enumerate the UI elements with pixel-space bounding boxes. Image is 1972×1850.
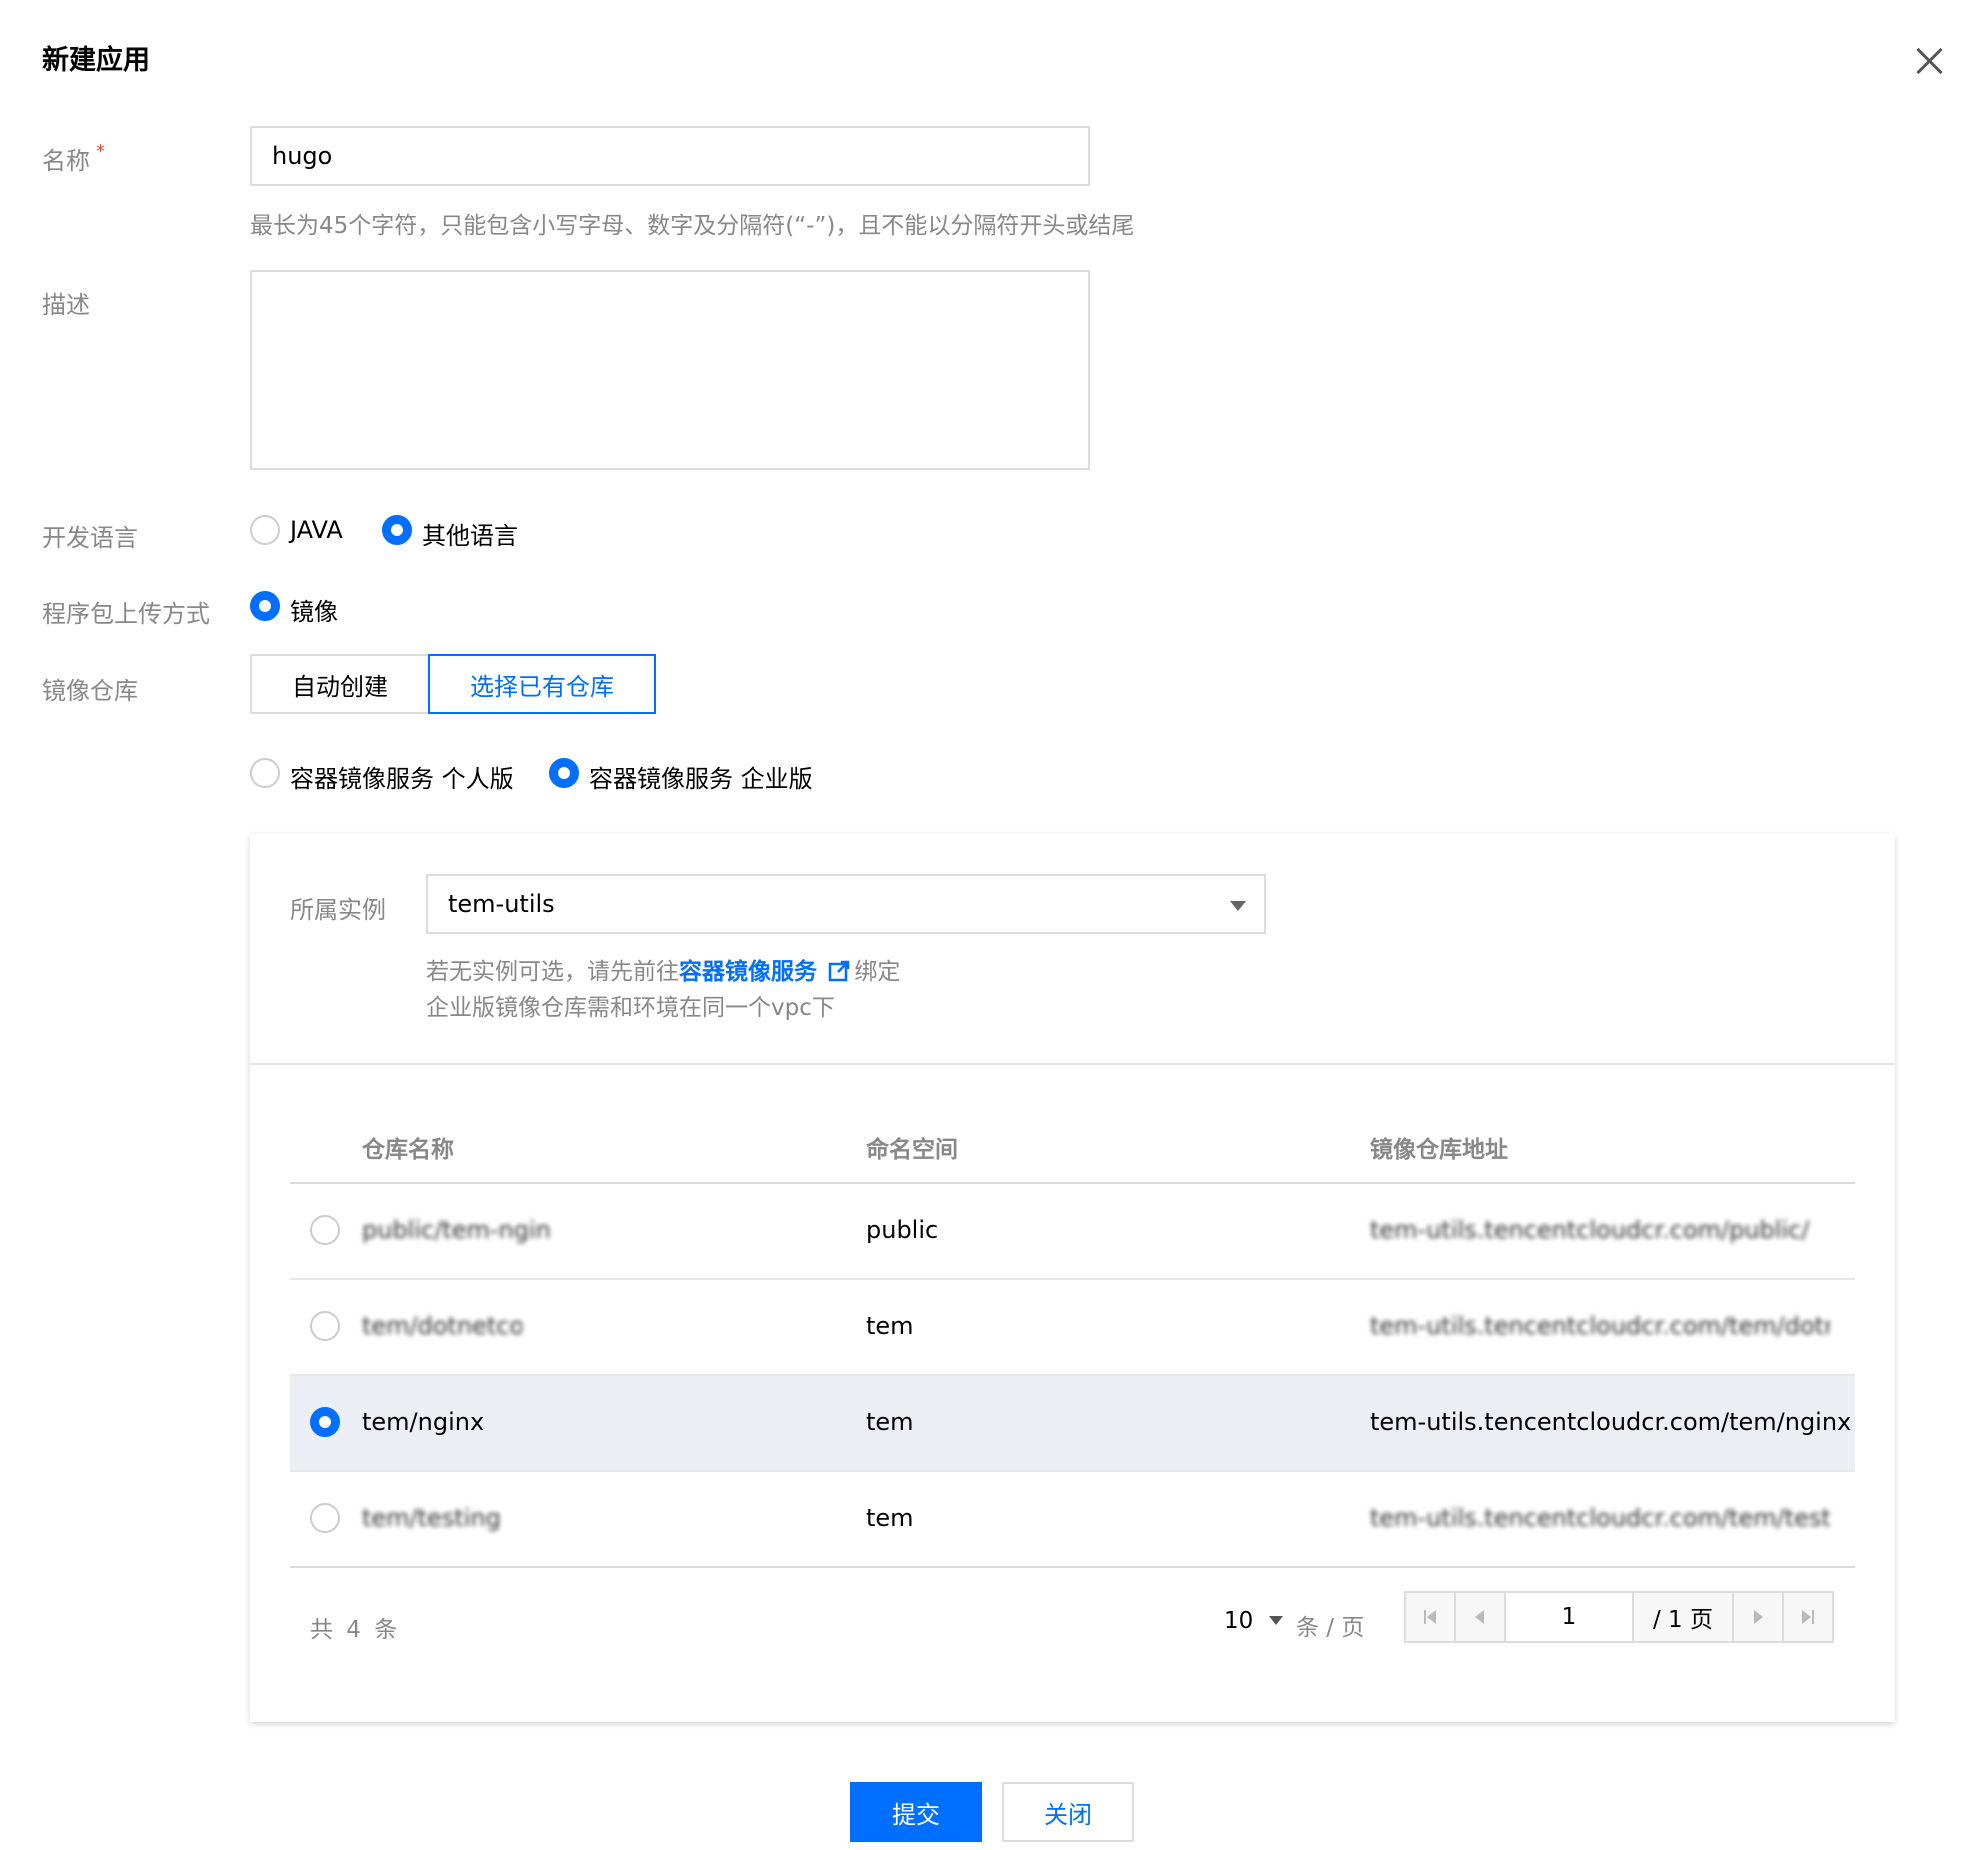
page-size-value: 10 (1224, 1608, 1254, 1634)
name-input[interactable]: hugo (250, 126, 1090, 186)
col-header-address: 镜像仓库地址 (1370, 1137, 1508, 1163)
radio-other-lang-label[interactable]: 其他语言 (422, 516, 518, 551)
col-header-namespace: 命名空间 (866, 1137, 958, 1163)
table-row[interactable]: public/tem-nginx public tem-utils.tencen… (290, 1184, 1855, 1278)
chevron-down-icon (1268, 1616, 1283, 1625)
first-page-icon (1424, 1610, 1436, 1624)
row-radio[interactable] (310, 1407, 340, 1437)
chevron-down-icon (1230, 901, 1246, 911)
address-cell: tem-utils.tencentcloudcr.com/tem/nginx (1370, 1408, 1852, 1436)
page-number-input[interactable]: 1 (1504, 1591, 1634, 1643)
registry-service-link[interactable]: 容器镜像服务 (679, 959, 817, 985)
col-header-name: 仓库名称 (362, 1137, 454, 1163)
table-row[interactable]: tem/testing tem tem-utils.tencentcloudcr… (290, 1472, 1855, 1566)
total-count: 共 4 条 (310, 1617, 398, 1643)
total-pages: / 1 页 (1632, 1591, 1734, 1643)
radio-image[interactable] (250, 591, 280, 621)
table-row[interactable]: tem/dotnetcore tem tem-utils.tencentclou… (290, 1280, 1855, 1374)
upload-label: 程序包上传方式 (42, 600, 210, 628)
name-hint: 最长为45个字符，只能包含小写字母、数字及分隔符(“-”)，且不能以分隔符开头或… (250, 213, 1135, 239)
first-page-button[interactable] (1404, 1591, 1456, 1643)
table-row-selected[interactable]: tem/nginx tem tem-utils.tencentcloudcr.c… (290, 1376, 1855, 1470)
desc-textarea[interactable] (250, 270, 1090, 470)
name-label-text: 名称 (42, 147, 90, 175)
per-page-text: 条 / 页 (1296, 1615, 1365, 1641)
panel-divider (250, 1063, 1895, 1065)
external-link-icon[interactable] (828, 960, 850, 982)
namespace-cell: public (866, 1216, 939, 1244)
address-cell: tem-utils.tencentcloudcr.com/tem/dotnetc… (1370, 1312, 1830, 1340)
next-page-button[interactable] (1732, 1591, 1784, 1643)
namespace-cell: tem (866, 1312, 914, 1340)
radio-enterprise-label[interactable]: 容器镜像服务 企业版 (589, 759, 813, 794)
radio-java-label[interactable]: JAVA (290, 516, 343, 544)
row-radio[interactable] (310, 1503, 340, 1533)
instance-select-value: tem-utils (448, 890, 555, 918)
name-input-value: hugo (272, 142, 333, 170)
radio-personal-label[interactable]: 容器镜像服务 个人版 (290, 759, 514, 794)
radio-personal[interactable] (250, 758, 280, 788)
repo-name-cell: tem/testing (362, 1504, 501, 1532)
name-label: 名称 * (42, 141, 105, 176)
submit-button[interactable]: 提交 (850, 1782, 982, 1842)
table-bottom-divider (290, 1566, 1855, 1568)
last-page-icon (1802, 1610, 1814, 1624)
prev-page-button[interactable] (1454, 1591, 1506, 1643)
last-page-button[interactable] (1782, 1591, 1834, 1643)
dialog-title: 新建应用 (42, 45, 150, 76)
next-page-icon (1754, 1610, 1763, 1624)
radio-enterprise[interactable] (549, 758, 579, 788)
repo-name-cell: tem/dotnetcore (362, 1312, 522, 1340)
instance-hint-prefix: 若无实例可选，请先前往 (426, 959, 679, 985)
tab-auto-create[interactable]: 自动创建 (250, 654, 430, 714)
repo-name-cell: public/tem-nginx (362, 1216, 552, 1244)
tab-select-existing[interactable]: 选择已有仓库 (428, 654, 656, 714)
instance-hint-line2: 企业版镜像仓库需和环境在同一个vpc下 (426, 995, 835, 1021)
instance-label: 所属实例 (290, 896, 386, 924)
repo-name-cell: tem/nginx (362, 1408, 485, 1436)
namespace-cell: tem (866, 1408, 914, 1436)
instance-hint: 若无实例可选，请先前往容器镜像服务 绑定 (426, 952, 900, 986)
close-icon[interactable] (1910, 42, 1948, 80)
radio-java[interactable] (250, 515, 280, 545)
radio-other-lang[interactable] (382, 515, 412, 545)
close-button[interactable]: 关闭 (1002, 1782, 1134, 1842)
row-radio[interactable] (310, 1311, 340, 1341)
page-size-select[interactable]: 10 (1224, 1608, 1283, 1634)
desc-label: 描述 (42, 291, 90, 319)
prev-page-icon (1475, 1610, 1484, 1624)
repo-panel: 所属实例 tem-utils 若无实例可选，请先前往容器镜像服务 绑定 企业版镜… (250, 834, 1895, 1722)
address-cell: tem-utils.tencentcloudcr.com/tem/testing (1370, 1504, 1830, 1532)
lang-label: 开发语言 (42, 524, 138, 552)
repo-label: 镜像仓库 (42, 677, 138, 705)
row-radio[interactable] (310, 1215, 340, 1245)
address-cell: tem-utils.tencentcloudcr.com/public/tem (1370, 1216, 1810, 1244)
instance-select[interactable]: tem-utils (426, 874, 1266, 934)
instance-hint-suffix: 绑定 (854, 959, 901, 985)
required-mark: * (96, 141, 105, 162)
radio-image-label[interactable]: 镜像 (290, 592, 338, 627)
namespace-cell: tem (866, 1504, 914, 1532)
